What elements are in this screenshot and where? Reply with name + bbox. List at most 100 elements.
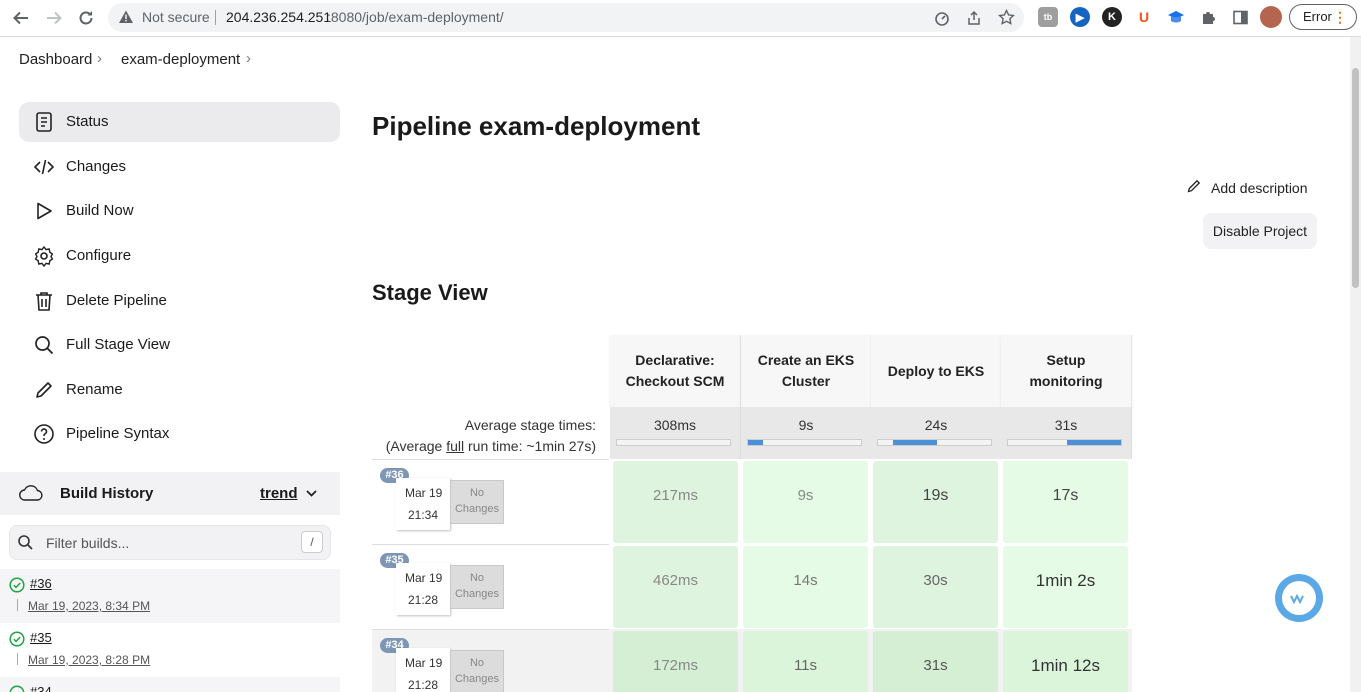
stage-cell[interactable]: 30s (873, 546, 998, 628)
run-row: #36 Mar 19 21:34 No Changes 217ms 9s 19s 1… (372, 459, 1132, 544)
build-history-row[interactable]: #35 Mar 19, 2023, 8:28 PM (0, 623, 340, 677)
sidebar-item-full-stage-view[interactable]: Full Stage View (19, 325, 340, 365)
stage-average-time: 31s (1054, 417, 1078, 433)
extension-play-icon[interactable]: ▶ (1070, 7, 1090, 27)
page-scrollbar[interactable] (1350, 37, 1361, 692)
disable-project-button[interactable]: Disable Project (1203, 213, 1317, 249)
keyboard-shortcut-hint: / (301, 531, 323, 553)
build-number-link[interactable]: #35 (30, 630, 52, 645)
stage-average-cell: 9s (741, 407, 872, 459)
build-date-link[interactable]: Mar 19, 2023, 8:34 PM (28, 599, 150, 613)
stage-cell[interactable]: 462ms (613, 546, 738, 628)
error-label: Error (1303, 9, 1332, 24)
stage-average-fill (1066, 440, 1121, 445)
extension-cap-icon[interactable] (1166, 7, 1186, 27)
stage-cell[interactable]: 1min 2s (1003, 546, 1128, 628)
breadcrumb: Dashboard › exam-deployment › (0, 37, 1350, 83)
code-icon (33, 156, 55, 178)
run-date-box: Mar 19 21:34 (396, 478, 450, 530)
build-number-link[interactable]: #36 (30, 576, 52, 591)
stage-cell[interactable]: 172ms (613, 631, 738, 692)
stage-cell[interactable]: 31s (873, 631, 998, 692)
share-icon[interactable] (966, 10, 982, 31)
menu-dots-icon: ⋮ (1333, 9, 1347, 25)
stage-cell[interactable]: 19s (873, 461, 998, 543)
browser-toolbar: Not secure 204.236.254.251 :8080/job/exa… (0, 0, 1361, 37)
stage-average-bar (877, 439, 992, 446)
success-check-icon (9, 577, 25, 598)
breadcrumb-job[interactable]: exam-deployment (121, 51, 240, 68)
stage-cell[interactable]: 11s (743, 631, 868, 692)
avg-run-text-pre: (Average (385, 438, 447, 454)
chevron-right-icon: › (97, 50, 102, 67)
stage-name-line: Declarative: (635, 352, 715, 368)
stage-view-title: Stage View (372, 280, 488, 305)
profile-avatar[interactable] (1260, 6, 1282, 28)
chat-widget-icon[interactable] (1275, 574, 1323, 622)
build-number-link[interactable]: #34 (30, 684, 52, 692)
url-path: :8080/job/exam-deployment/ (327, 9, 504, 25)
extension-u-icon[interactable]: U (1134, 7, 1154, 27)
warning-icon (118, 9, 134, 30)
stage-header: Declarative: Checkout SCM (610, 335, 741, 407)
bookmark-star-icon[interactable] (998, 8, 1015, 31)
stage-header: Create an EKS Cluster (741, 335, 872, 407)
build-divider (17, 599, 18, 611)
trend-link[interactable]: trend (260, 485, 298, 502)
stage-name-line: Deploy to EKS (887, 362, 985, 379)
no-changes-text: No (469, 572, 485, 584)
stage-name-line: monitoring (1029, 373, 1103, 389)
chevron-right-icon[interactable]: › (246, 50, 251, 67)
breadcrumb-dashboard[interactable]: Dashboard (19, 51, 92, 68)
sidebar-item-build-now[interactable]: Build Now (19, 191, 340, 231)
run-meta: #34 Mar 19 21:28 No Changes (372, 629, 609, 692)
sidebar-item-configure[interactable]: Configure (19, 236, 340, 276)
run-meta: #35 Mar 19 21:28 No Changes (372, 544, 609, 629)
performance-icon[interactable] (934, 10, 950, 31)
run-time: 21:34 (408, 508, 439, 522)
back-icon[interactable] (9, 6, 33, 30)
run-row: #35 Mar 19 21:28 No Changes 462ms 14s 30s … (372, 544, 1132, 629)
stage-cell[interactable]: 217ms (613, 461, 738, 543)
scrollbar-thumb[interactable] (1352, 68, 1359, 288)
chevron-down-icon[interactable] (305, 487, 318, 505)
run-date-box: Mar 19 21:28 (396, 563, 450, 615)
no-changes-text: Changes (454, 503, 500, 515)
error-button[interactable]: Error ⋮ (1289, 4, 1357, 30)
build-date-link[interactable]: Mar 19, 2023, 8:28 PM (28, 653, 150, 667)
build-history-row[interactable]: #34 (0, 677, 340, 692)
filter-builds-input[interactable]: Filter builds... / (9, 525, 331, 560)
stage-name-line: Cluster (781, 373, 831, 389)
extension-tb-icon[interactable]: tb (1038, 7, 1058, 27)
extensions-puzzle-icon[interactable] (1198, 7, 1218, 27)
extension-k-icon[interactable]: K (1102, 7, 1122, 27)
sidebar-item-status[interactable]: Status (19, 102, 340, 142)
sidebar-item-changes[interactable]: Changes (19, 147, 340, 187)
stage-name-line: Checkout SCM (625, 373, 725, 389)
sidebar-item-delete-pipeline[interactable]: Delete Pipeline (19, 281, 340, 321)
stage-cell[interactable]: 17s (1003, 461, 1128, 543)
sidebar-item-label: Pipeline Syntax (66, 425, 170, 442)
sidebar-item-pipeline-syntax[interactable]: Pipeline Syntax (19, 414, 340, 454)
stage-cell[interactable]: 1min 12s (1003, 631, 1128, 692)
build-history-header: Build History trend (0, 472, 340, 515)
stage-cell[interactable]: 14s (743, 546, 868, 628)
cloud-icon (18, 484, 44, 507)
build-history-row[interactable]: #36 Mar 19, 2023, 8:34 PM (0, 569, 340, 623)
pencil-icon (1186, 178, 1202, 197)
stage-average-cell: 24s (871, 407, 1002, 459)
stage-average-fill (892, 440, 937, 445)
stage-average-time: 308ms (653, 417, 697, 433)
stage-average-cell: 308ms (610, 407, 741, 459)
sidebar-item-label: Delete Pipeline (66, 292, 167, 309)
stage-cell[interactable]: 9s (743, 461, 868, 543)
address-bar[interactable]: Not secure 204.236.254.251 :8080/job/exa… (108, 3, 1024, 32)
sidebar-item-rename[interactable]: Rename (19, 370, 340, 410)
forward-icon[interactable] (42, 6, 66, 30)
side-panel-icon[interactable] (1230, 7, 1250, 27)
no-changes-text: No (469, 657, 485, 669)
average-stage-times-label: Average stage times: (464, 417, 596, 433)
reload-icon[interactable] (74, 6, 98, 30)
avg-run-text-post: run time: ~1min 27s) (464, 438, 596, 454)
full-run-link[interactable]: full (446, 438, 464, 454)
